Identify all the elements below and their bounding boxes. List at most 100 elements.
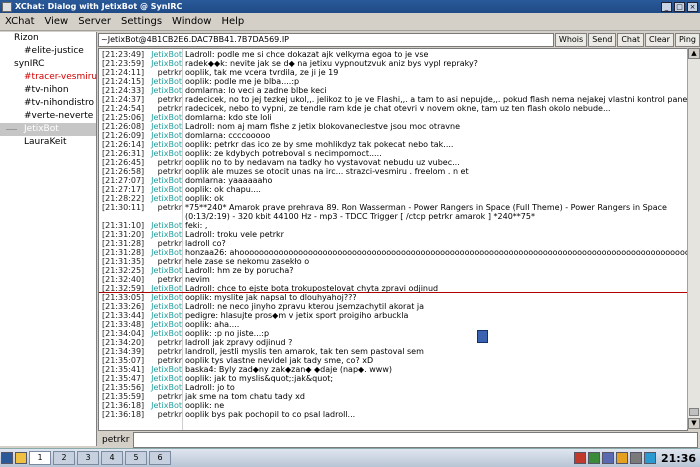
input-nick-button[interactable]: petrkr [98,435,133,445]
chat-nick[interactable]: petrkr [158,257,182,266]
chat-message: ooplik: podle me je blba....:p [185,77,300,86]
chat-nick[interactable]: JetixBot [151,383,182,392]
menu-server[interactable]: Server [73,16,116,27]
chat-nick[interactable]: JetixBot [151,266,182,275]
channel-tree-item[interactable]: #tracer-vesmiru [0,71,97,84]
chat-nick[interactable]: JetixBot [151,59,182,68]
desktop-2-button[interactable]: 2 [53,451,75,465]
tray-icon[interactable] [629,452,642,464]
chat-nick[interactable]: petrkr [158,104,182,113]
chat-nick[interactable]: JetixBot [151,248,182,257]
channel-tree-item[interactable]: Rizon [0,32,96,45]
chat-nick[interactable]: JetixBot [151,131,182,140]
chat-scrollbar[interactable]: ▲ ▼ [687,48,700,429]
channel-tree-item[interactable]: #tv-nihondistro [0,97,96,110]
menu-window[interactable]: Window [167,16,216,27]
channel-tree-item[interactable]: JetixBot [0,123,96,136]
chat-nick[interactable]: JetixBot [151,365,182,374]
close-button[interactable]: × [687,1,698,12]
chat-nick[interactable]: JetixBot [151,86,182,95]
chat-nick[interactable]: JetixBot [151,113,182,122]
chat-message: radecicek, nebo to vypni, ze tendle ram … [185,104,611,113]
channel-tree-item[interactable]: LauraKeit [0,136,96,149]
scroll-down-arrow-icon[interactable]: ▼ [688,418,700,429]
chat-line: [21:33:05] JetixBot ooplik: myslite jak na… [99,293,687,302]
chat-nick[interactable]: petrkr [158,356,182,365]
start-menu-icon[interactable] [1,452,13,464]
chat-nick[interactable]: JetixBot [151,50,182,59]
chat-message: Ladroll: ne neco jinyho zpravu kterou js… [185,302,425,311]
clear-button[interactable]: Clear [645,33,674,47]
tray-icon[interactable] [573,452,586,464]
chat-message: ooplik: ne [185,401,225,410]
chat-nick[interactable]: JetixBot [151,284,182,293]
chat-nick[interactable]: petrkr [158,338,182,347]
chat-timestamp: [21:35:56] [102,383,145,392]
desktop-6-button[interactable]: 6 [149,451,171,465]
chat-nick[interactable]: JetixBot [151,311,182,320]
chat-nick[interactable]: JetixBot [151,176,182,185]
menu-settings[interactable]: Settings [116,16,167,27]
message-input[interactable] [133,432,698,448]
chat-nick[interactable]: JetixBot [151,302,182,311]
window-titlebar[interactable]: XChat: Dialog with JetixBot @ SynIRC _ □… [0,0,700,13]
channel-tree-label: JetixBot [24,124,59,134]
chat-nick[interactable]: JetixBot [151,77,182,86]
chat-nick[interactable]: JetixBot [151,320,182,329]
chat-nick[interactable]: petrkr [158,167,182,176]
chat-nick[interactable]: JetixBot [151,401,182,410]
scroll-thumb[interactable] [689,408,699,416]
chat-nick[interactable]: petrkr [158,392,182,401]
desktop-5-button[interactable]: 5 [125,451,147,465]
desktop-4-button[interactable]: 4 [101,451,123,465]
chat-timestamp: [21:35:07] [102,356,145,365]
chat-message: ooplik: ok chapu.... [185,185,261,194]
chat-timestamp: [21:34:39] [102,347,145,356]
tray-icon[interactable] [601,452,614,464]
channel-tree-item[interactable]: #tv-nihon [0,84,96,97]
chat-nick[interactable]: petrkr [158,95,182,104]
chat-nick[interactable]: petrkr [158,275,182,284]
chat-nick[interactable]: JetixBot [151,374,182,383]
chat-message: domlarna: kdo ste loli [185,113,272,122]
tray-icon[interactable] [587,452,600,464]
channel-tree-item[interactable]: #verte-neverte [0,110,96,123]
show-desktop-icon[interactable] [15,452,27,464]
chat-nick[interactable]: JetixBot [151,230,182,239]
chat-nick[interactable]: JetixBot [151,221,182,230]
chat-nick[interactable]: JetixBot [151,122,182,131]
chat-nick[interactable]: JetixBot [151,140,182,149]
menu-xchat[interactable]: XChat [0,16,40,27]
chat-nick[interactable]: JetixBot [151,185,182,194]
chat-log[interactable]: [21:23:49] JetixBot Ladroll: podle me si c… [98,48,688,431]
menu-view[interactable]: View [40,16,74,27]
ping-button[interactable]: Ping [674,33,700,47]
chat-nick[interactable]: JetixBot [151,194,182,203]
chat-nick[interactable]: JetixBot [151,329,182,338]
menu-help[interactable]: Help [216,16,249,27]
scroll-up-arrow-icon[interactable]: ▲ [688,48,700,59]
chat-nick[interactable]: petrkr [158,203,182,212]
chat-button[interactable]: Chat [617,33,645,47]
chat-nick[interactable]: petrkr [158,68,182,77]
chat-line: [21:24:11] petrkr ooplik, tak me vcera tvr… [99,68,687,77]
minimize-button[interactable]: _ [661,1,672,12]
chat-message: ooplik: ze kdybych potreboval s necimpom… [185,149,382,158]
topic-field[interactable]: ~JetixBot@4B1CB2E6.DAC7BB41.7B7DA569.IP [98,33,554,47]
channel-tree-item[interactable]: #elite-justice [0,45,96,58]
chat-line: [21:27:17] JetixBot ooplik: ok chapu.... [99,185,687,194]
whois-button[interactable]: Whois [554,33,588,47]
chat-nick[interactable]: petrkr [158,158,182,167]
tray-icon[interactable] [643,452,656,464]
chat-nick[interactable]: JetixBot [151,149,182,158]
desktop-1-button[interactable]: 1 [29,451,51,465]
chat-nick[interactable]: petrkr [158,239,182,248]
maximize-button[interactable]: □ [674,1,685,12]
chat-nick[interactable]: petrkr [158,410,182,419]
send-button[interactable]: Send [588,33,617,47]
chat-nick[interactable]: JetixBot [151,293,182,302]
channel-tree-item[interactable]: synIRC [0,58,96,71]
desktop-3-button[interactable]: 3 [77,451,99,465]
chat-nick[interactable]: petrkr [158,347,182,356]
tray-icon[interactable] [615,452,628,464]
